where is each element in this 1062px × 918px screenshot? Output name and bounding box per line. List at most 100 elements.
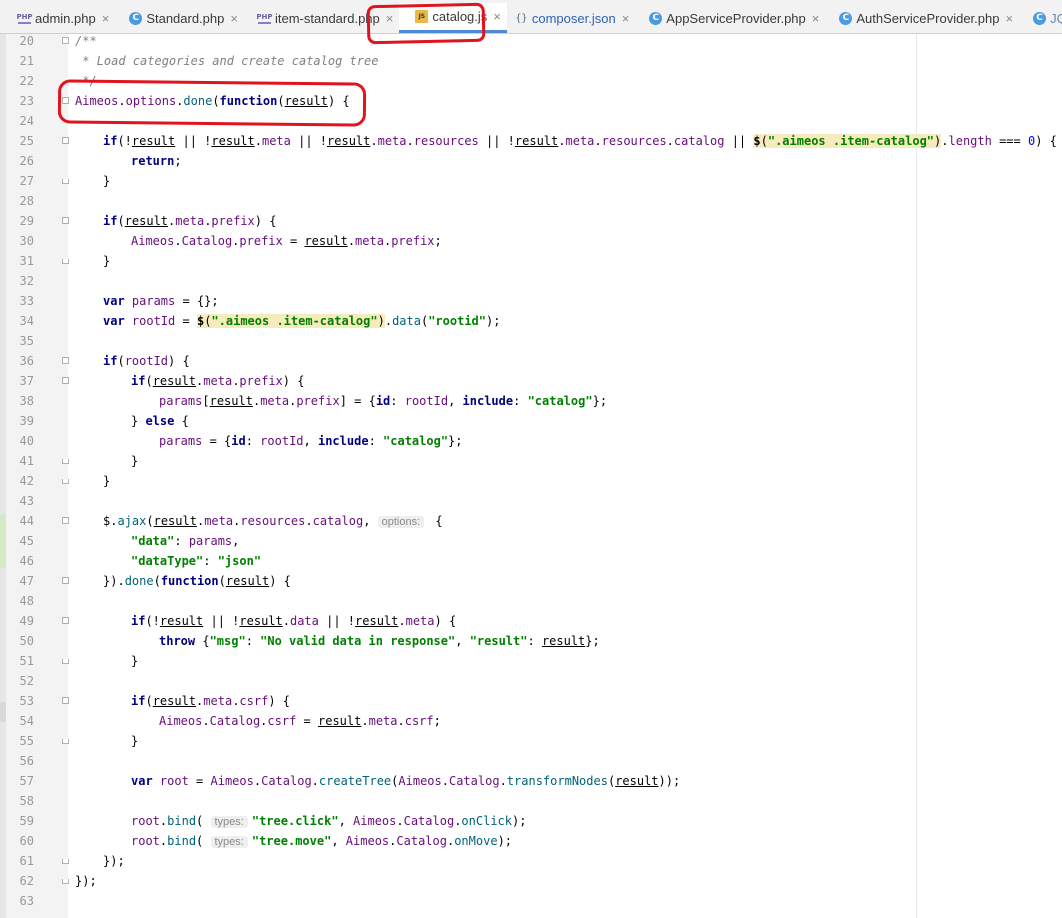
token: Catalog <box>261 774 312 788</box>
close-icon[interactable]: × <box>386 11 394 26</box>
tab-item-standard-php[interactable]: PHP item-standard.php × <box>244 3 399 33</box>
code-line: 39 } else { <box>0 411 1062 431</box>
tab-label: Standard.php <box>146 10 225 26</box>
fold-marker-icon[interactable] <box>62 179 69 184</box>
token: result <box>131 134 176 148</box>
code-line: 59 root. bind( types: "tree.click", Aimeos… <box>0 811 1062 831</box>
tab-authserviceprovider-php[interactable]: C AuthServiceProvider.php × <box>825 3 1019 33</box>
token: Aimeos <box>398 774 442 788</box>
token: . <box>441 774 449 788</box>
code-line: 22 */ <box>0 71 1062 91</box>
token: : <box>174 534 189 548</box>
code-line: 51 } <box>0 651 1062 671</box>
token: [ <box>202 394 210 408</box>
code-line: 24 <box>0 111 1062 131</box>
fold-marker-icon[interactable] <box>62 459 69 464</box>
tab-jqadm-php[interactable]: C JQAdm.php <box>1019 3 1062 33</box>
token: result <box>355 614 399 628</box>
fold-marker-icon[interactable] <box>62 37 69 44</box>
fold-marker-icon[interactable] <box>62 97 69 104</box>
line-number: 25 <box>19 134 34 148</box>
line-number: 45 <box>19 534 34 548</box>
code-text: if(result.meta.prefix) { <box>103 211 276 231</box>
token: Catalog <box>209 714 261 728</box>
line-number: 54 <box>19 714 34 728</box>
code-text: params[result.meta.prefix] = {id: rootId… <box>159 391 607 411</box>
token: || ! <box>318 614 356 628</box>
token: : <box>245 634 261 648</box>
tab-label: AppServiceProvider.php <box>666 10 806 26</box>
js-file-icon: JS <box>415 10 429 23</box>
code-line: 26 return; <box>0 151 1062 171</box>
fold-marker-icon[interactable] <box>62 739 69 744</box>
token: params <box>159 394 203 408</box>
close-icon[interactable]: × <box>102 11 110 26</box>
fold-marker-icon[interactable] <box>62 659 69 664</box>
token: include <box>317 434 369 448</box>
token: result <box>211 134 255 148</box>
fold-marker-icon[interactable] <box>62 577 69 584</box>
code-line: 32 <box>0 271 1062 291</box>
fold-marker-icon[interactable] <box>62 217 69 224</box>
tab-composer-json[interactable]: {} composer.json × <box>507 3 635 33</box>
token: meta <box>204 514 234 528</box>
token: . <box>398 614 406 628</box>
code-line: 61 }); <box>0 851 1062 871</box>
close-icon[interactable]: × <box>1005 11 1013 26</box>
fold-marker-icon[interactable] <box>62 517 69 524</box>
fold-marker-icon[interactable] <box>62 259 69 264</box>
token: Aimeos <box>353 814 397 828</box>
code-line: 56 <box>0 751 1062 771</box>
token: . <box>202 714 210 728</box>
close-icon[interactable]: × <box>622 11 630 26</box>
fold-marker-icon[interactable] <box>62 859 69 864</box>
line-number: 20 <box>19 34 34 48</box>
token: params <box>159 434 203 448</box>
code-line: 23 Aimeos.options.done(function(result) … <box>0 91 1062 111</box>
fold-marker-icon[interactable] <box>62 479 69 484</box>
code-text: var params = {}; <box>103 291 219 311</box>
line-number: 21 <box>19 54 34 68</box>
token: Aimeos <box>131 234 175 248</box>
token: root <box>152 774 189 788</box>
code-line: 52 <box>0 671 1062 691</box>
close-icon[interactable]: × <box>230 11 238 26</box>
code-line: 43 <box>0 491 1062 511</box>
fold-marker-icon[interactable] <box>62 617 69 624</box>
line-number: 35 <box>19 334 34 348</box>
class-file-icon: C <box>839 11 853 25</box>
line-number: 42 <box>19 474 34 488</box>
fold-marker-icon[interactable] <box>62 697 69 704</box>
token: result <box>209 394 253 408</box>
fold-marker-icon[interactable] <box>62 357 69 364</box>
tab-catalog-js[interactable]: JS catalog.js × <box>399 3 507 33</box>
token: result <box>152 374 197 388</box>
close-icon[interactable]: × <box>812 11 820 26</box>
token: . <box>396 814 404 828</box>
token: result <box>615 774 659 788</box>
tab-standard-php[interactable]: C Standard.php × <box>115 3 244 33</box>
fold-marker-icon[interactable] <box>62 377 69 384</box>
line-number: 34 <box>19 314 34 328</box>
tab-label: admin.php <box>35 10 96 26</box>
code-text: return; <box>131 151 182 171</box>
tab-appserviceprovider-php[interactable]: C AppServiceProvider.php × <box>635 3 825 33</box>
fold-marker-icon[interactable] <box>62 137 69 144</box>
token: { <box>428 514 443 528</box>
token: ( <box>212 94 220 108</box>
token: prefix <box>239 234 283 248</box>
token: "catalog" <box>383 434 449 448</box>
token: meta <box>261 134 291 148</box>
tab-admin-php[interactable]: PHP admin.php × <box>0 3 115 33</box>
token: ( <box>760 134 768 148</box>
line-number: 24 <box>19 114 34 128</box>
token: . <box>311 774 319 788</box>
fold-marker-icon[interactable] <box>62 879 69 884</box>
token: "No valid data in response" <box>260 634 456 648</box>
line-number: 50 <box>19 634 34 648</box>
token: root <box>131 814 160 828</box>
close-icon[interactable]: × <box>493 9 501 24</box>
token: id <box>231 434 246 448</box>
token: ); <box>512 814 527 828</box>
line-number: 60 <box>19 834 34 848</box>
